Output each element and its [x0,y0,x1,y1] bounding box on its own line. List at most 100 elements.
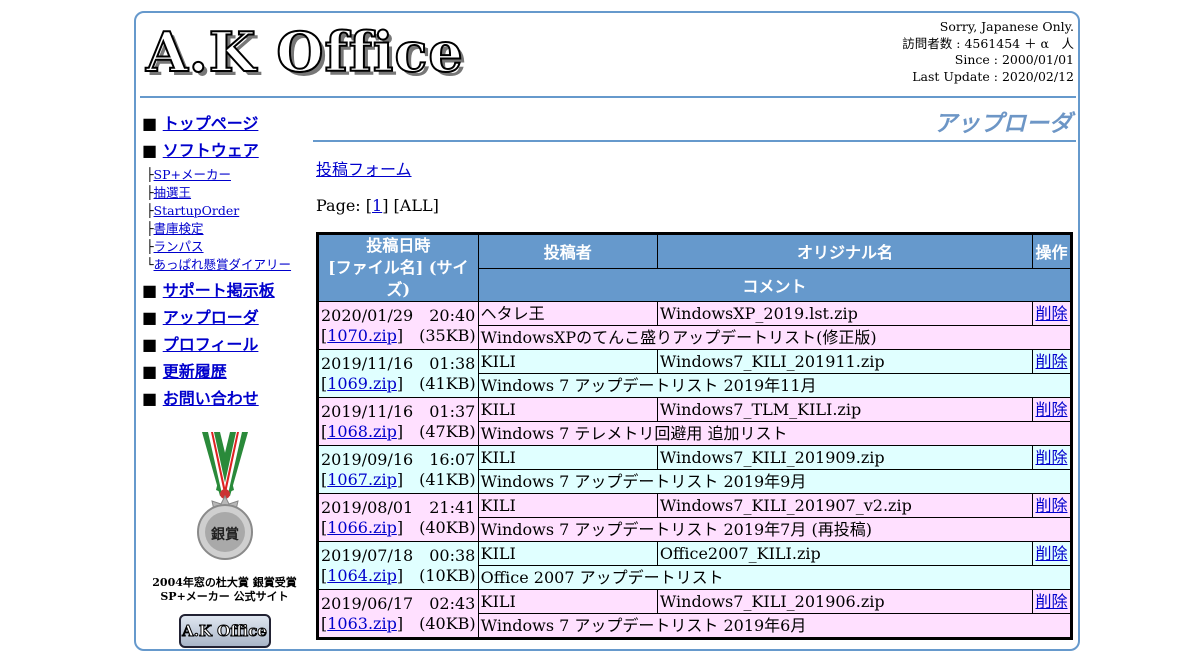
nav-item-software: ■ ソフトウェア [142,137,307,164]
file-link[interactable]: 1068.zip [327,422,397,441]
file-size: (41KB) [419,373,476,393]
tree-branch-icon: ├ [146,239,154,254]
cell-comment: WindowsXPのてんこ盛りアップデートリスト(修正版) [477,325,1073,350]
file-info: [1064.zip] (10KB) [321,565,476,585]
cell-date-file: 2019/11/16 01:38 [1069.zip] (41KB) [317,349,479,398]
nav-link-uploader[interactable]: アップローダ [163,308,259,327]
cell-op: 削除 [1032,301,1072,326]
language-notice: Sorry, Japanese Only. [939,19,1074,34]
pagination-prefix: Page: [ [316,196,373,215]
file-size: (47KB) [419,421,476,441]
file-link[interactable]: 1067.zip [327,470,397,489]
cell-original-name: WindowsXP_2019.lst.zip [656,301,1034,326]
file-info: [1070.zip] (35KB) [321,325,476,345]
table-row: 2019/09/16 16:07 [1067.zip] (41KB) KILI Win… [317,445,1072,494]
page-link-1[interactable]: 1 [372,196,382,215]
cell-poster: KILI [477,445,658,470]
sub-link-ranpass[interactable]: ランパス [154,239,204,254]
delete-link[interactable]: 削除 [1035,400,1067,419]
sub-link-startuporder[interactable]: StartupOrder [154,203,240,218]
nav-link-profile[interactable]: プロフィール [163,335,259,354]
file-link[interactable]: 1070.zip [327,326,397,345]
header-comment: コメント [477,267,1073,303]
post-date: 2019/06/17 02:43 [321,593,476,613]
silver-medal-icon[interactable]: 銀賞 [180,432,270,566]
cell-poster: KILI [477,493,658,518]
site-logo[interactable]: A.K Office [145,19,464,85]
header-op: 操作 [1032,233,1072,269]
sub-item: ├SP+メーカー [142,166,307,184]
file-size: (35KB) [419,325,476,345]
cell-poster: KILI [477,541,658,566]
delete-link[interactable]: 削除 [1035,448,1067,467]
bullet-icon: ■ [142,362,158,381]
cell-date-file: 2019/06/17 02:43 [1063.zip] (40KB) [317,589,479,639]
nav-link-support-board[interactable]: サポート掲示板 [163,281,275,300]
sub-link-shokokentei[interactable]: 書庫検定 [154,221,204,236]
bullet-icon: ■ [142,114,158,133]
cell-comment: Windows 7 アップデートリスト 2019年9月 [477,469,1073,494]
uploads-rows: 2020/01/29 20:40 [1070.zip] (35KB) ヘタレ王 Win… [317,301,1073,639]
file-link[interactable]: 1064.zip [327,566,397,585]
post-date: 2019/11/16 01:38 [321,353,476,373]
delete-link[interactable]: 削除 [1035,496,1067,515]
pagination: Page: [1] [ALL] [316,196,1076,216]
cell-original-name: Windows7_KILI_201906.zip [656,589,1034,614]
file-size: (40KB) [419,517,476,537]
sub-link-spmaker[interactable]: SP+メーカー [154,167,231,182]
table-row: 2019/11/16 01:38 [1069.zip] (41KB) KILI Win… [317,349,1072,398]
table-row: 2019/07/18 00:38 [1064.zip] (10KB) KILI Off… [317,541,1072,590]
bullet-icon: ■ [142,281,158,300]
file-link[interactable]: 1066.zip [327,518,397,537]
sub-link-appare-diary[interactable]: あっぱれ懸賞ダイアリー [154,257,292,272]
nav-link-history[interactable]: 更新履歴 [163,362,227,381]
post-date: 2019/08/01 21:41 [321,497,476,517]
delete-link[interactable]: 削除 [1035,304,1067,323]
cell-op: 削除 [1032,493,1072,518]
file-link[interactable]: 1069.zip [327,374,397,393]
award-block: 銀賞 2004年窓の杜大賞 銀賞受賞 SP+メーカー 公式サイト A.K Off… [142,432,307,648]
cell-comment: Windows 7 テレメトリ回避用 追加リスト [477,421,1073,446]
sub-item: ├ランパス [142,238,307,256]
cell-op: 削除 [1032,589,1072,614]
cell-date-file: 2019/11/16 01:37 [1068.zip] (47KB) [317,397,479,446]
header-file: [ファイル名] (サイズ) [328,258,469,299]
header-date: 投稿日時 [366,236,431,255]
cell-original-name: Windows7_TLM_KILI.zip [656,397,1034,422]
main-content: アップローダ 投稿フォーム Page: [1] [ALL] 投稿日時 [ファイル… [313,108,1076,640]
cell-date-file: 2020/01/29 20:40 [1070.zip] (35KB) [317,301,479,350]
nav-link-software[interactable]: ソフトウェア [163,141,259,160]
nav-link-top[interactable]: トップページ [163,114,259,133]
delete-link[interactable]: 削除 [1035,352,1067,371]
post-form-link[interactable]: 投稿フォーム [316,160,412,179]
last-update: Last Update : 2020/02/12 [912,68,1074,84]
bullet-icon: ■ [142,308,158,327]
post-date: 2020/01/29 20:40 [321,305,476,325]
bullet-icon: ■ [142,141,158,160]
file-info: [1069.zip] (41KB) [321,373,476,393]
sub-item: ├StartupOrder [142,202,307,220]
tree-branch-icon: ├ [146,167,154,182]
since-date: Since : 2000/01/01 [954,52,1074,67]
cell-comment: Windows 7 アップデートリスト 2019年6月 [477,613,1073,639]
title-divider [313,140,1076,142]
nav-item-contact: ■ お問い合わせ [142,385,307,412]
table-row: 2019/06/17 02:43 [1063.zip] (40KB) KILI Win… [317,589,1072,639]
cell-op: 削除 [1032,349,1072,374]
file-info: [1067.zip] (41KB) [321,469,476,489]
tree-branch-icon: ├ [146,221,154,236]
visitor-counter: 訪問者数 : 4561454 ＋ α 人 [902,35,1074,51]
file-info: [1066.zip] (40KB) [321,517,476,537]
delete-link[interactable]: 削除 [1035,592,1067,611]
header-original: オリジナル名 [656,233,1034,269]
nav-item-top: ■ トップページ [142,110,307,137]
nav-item-uploader: ■ アップローダ [142,304,307,331]
file-info: [1068.zip] (47KB) [321,421,476,441]
site-badge[interactable]: A.K Office [178,614,271,648]
file-size: (10KB) [419,565,476,585]
nav-link-contact[interactable]: お問い合わせ [163,389,259,408]
cell-comment: Windows 7 アップデートリスト 2019年11月 [477,373,1073,398]
sub-link-chusenou[interactable]: 抽選王 [154,185,192,200]
delete-link[interactable]: 削除 [1035,544,1067,563]
sidebar: ■ トップページ ■ ソフトウェア ├SP+メーカー ├抽選王 ├Startup… [142,110,307,648]
